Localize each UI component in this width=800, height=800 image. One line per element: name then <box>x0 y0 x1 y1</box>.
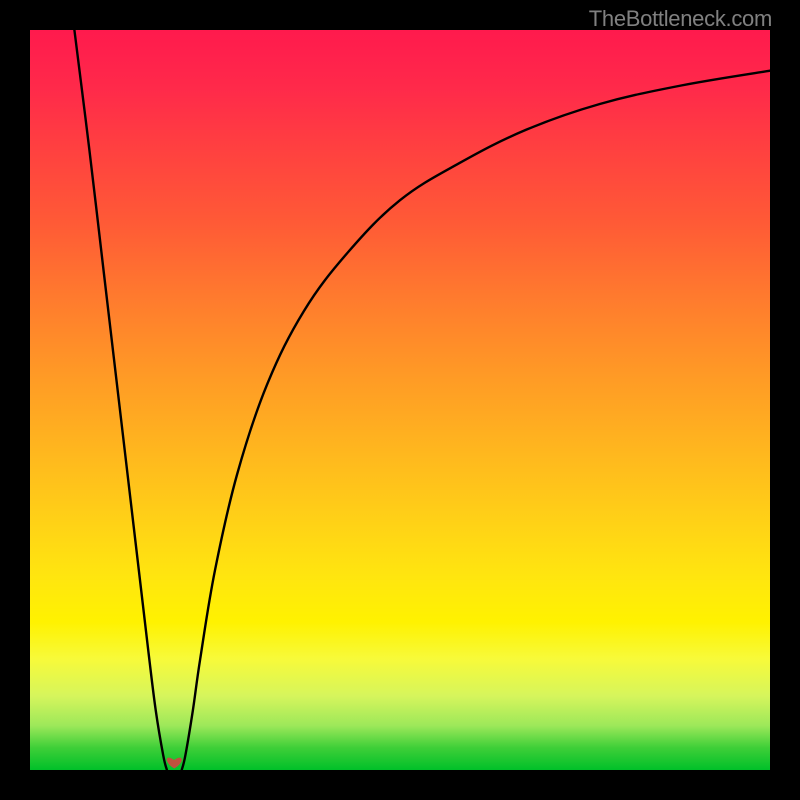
curve-right-branch <box>182 71 770 770</box>
sweet-spot-marker <box>167 758 182 769</box>
chart-frame: TheBottleneck.com <box>0 0 800 800</box>
curve-svg <box>30 30 770 770</box>
curve-left-branch <box>74 30 166 770</box>
watermark-text: TheBottleneck.com <box>589 6 772 32</box>
plot-area <box>30 30 770 770</box>
